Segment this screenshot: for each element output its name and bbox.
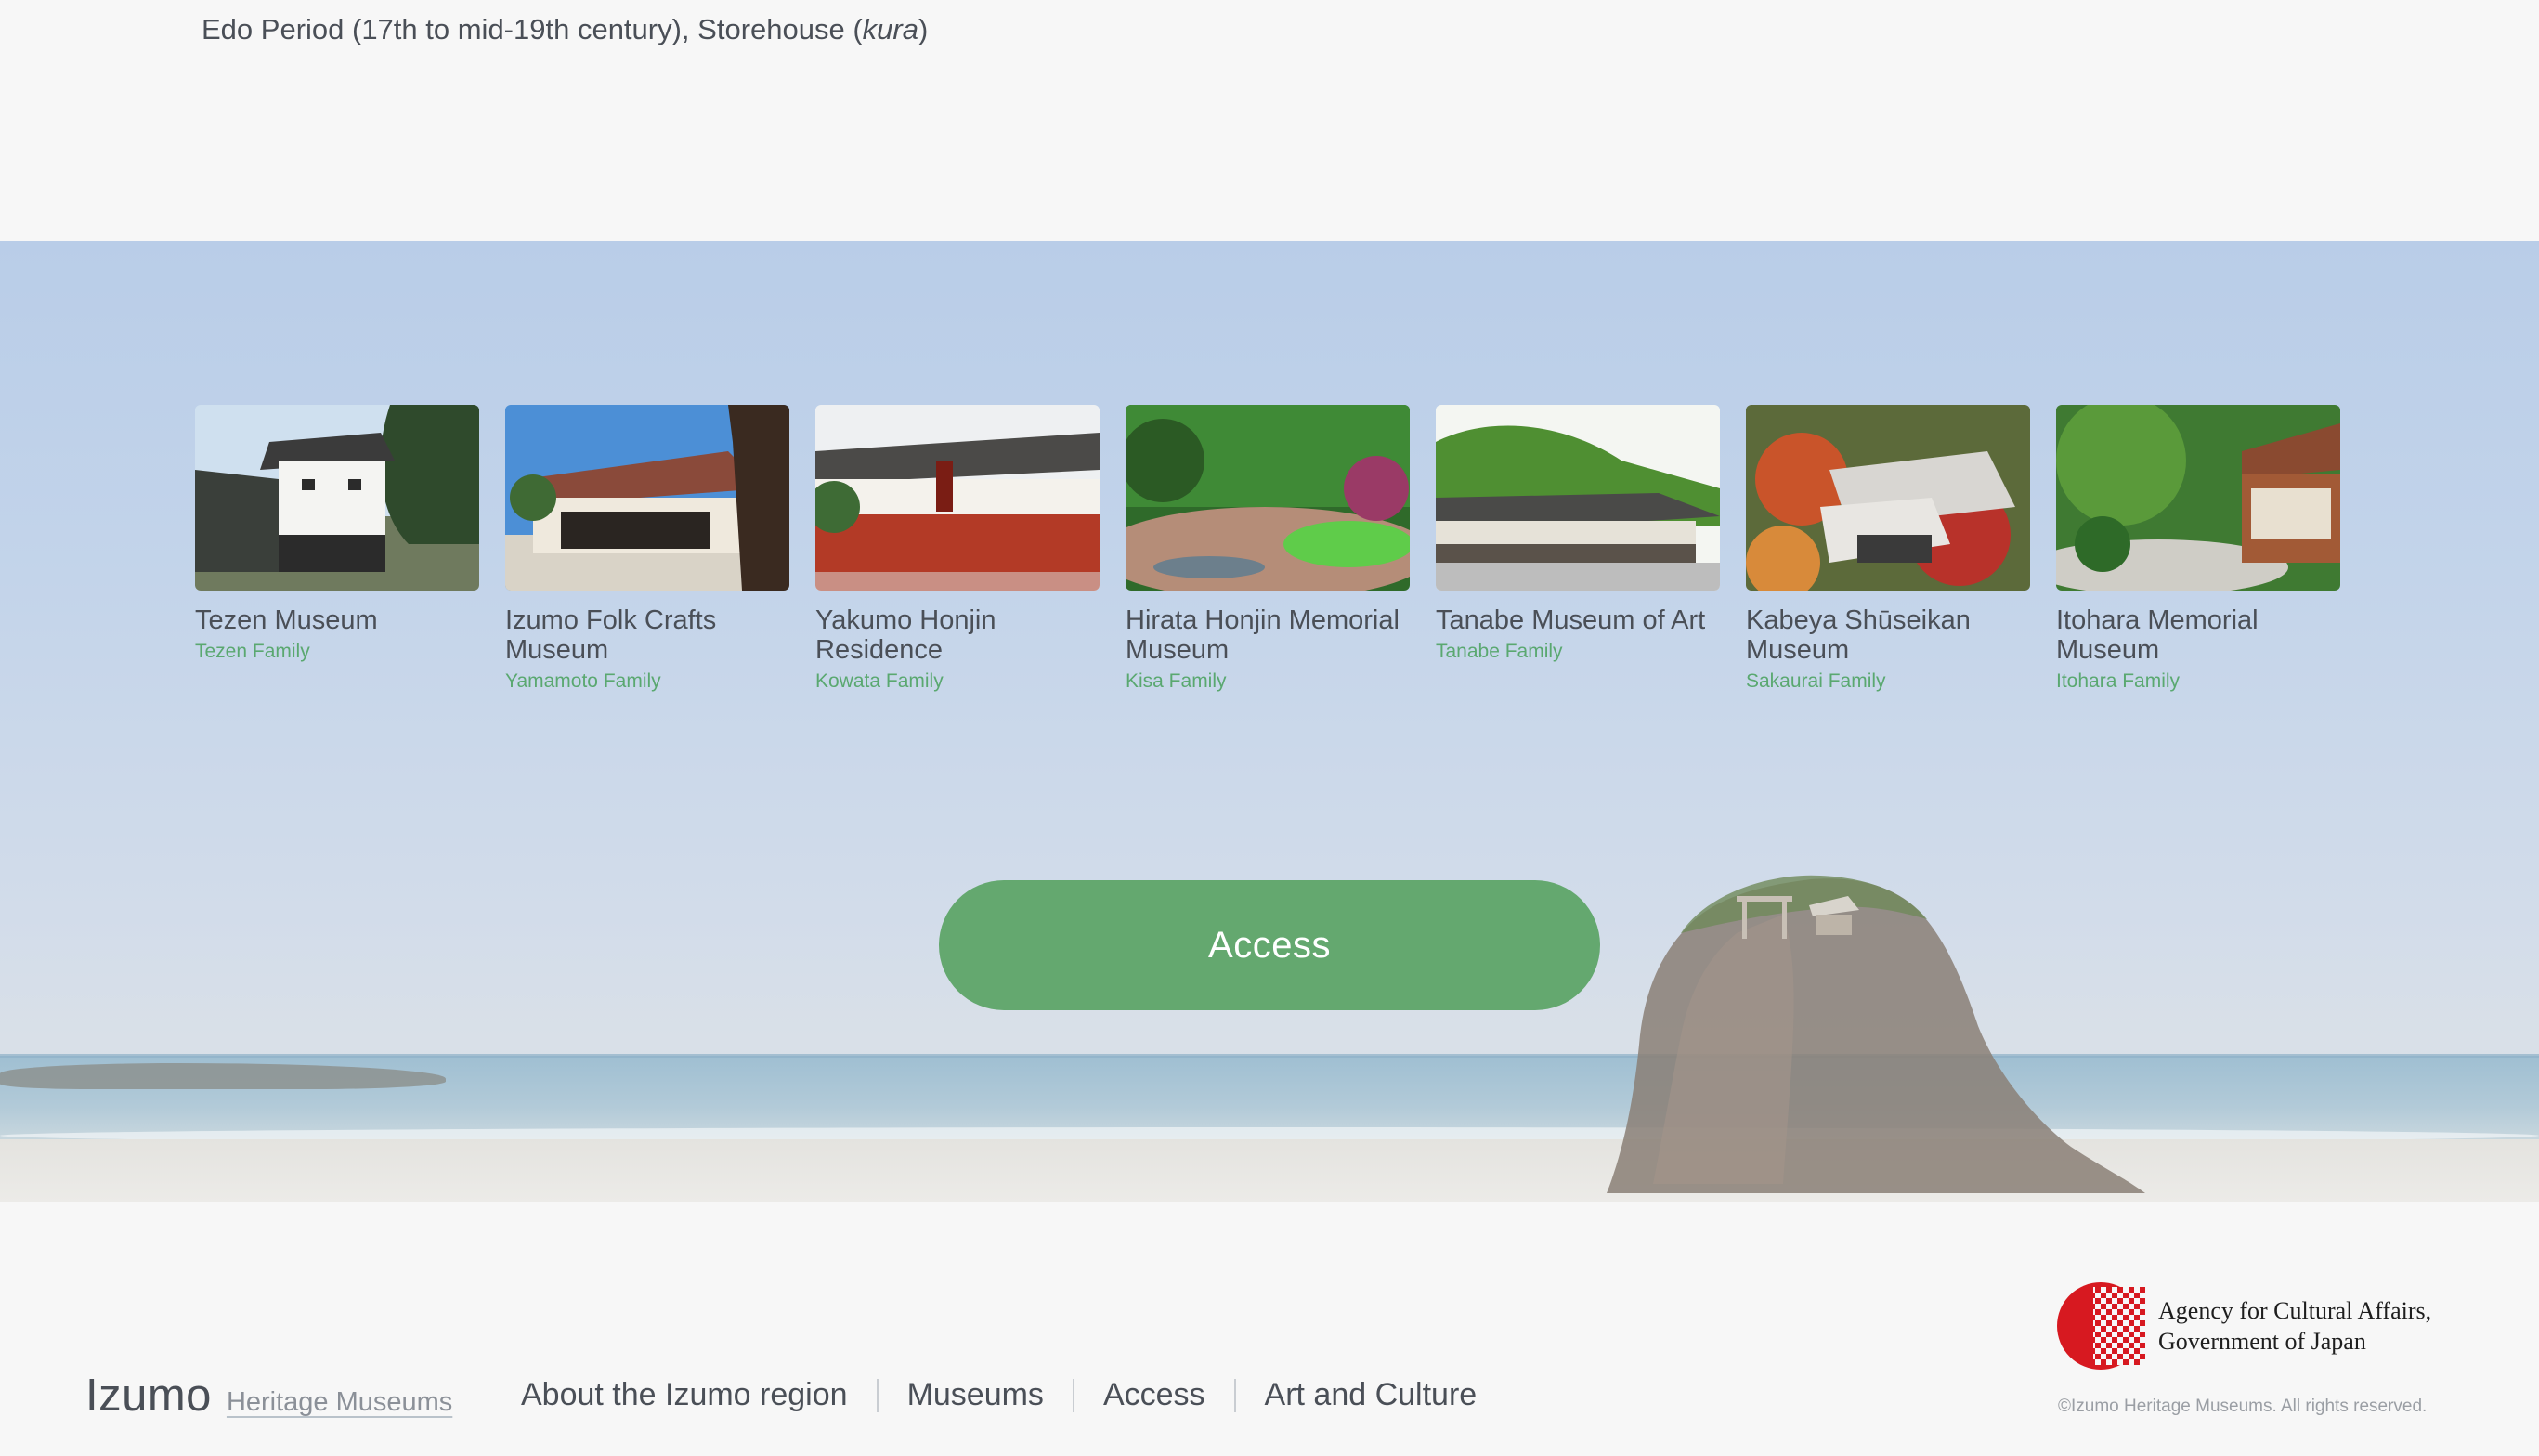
agency-emblem-icon [2057,1282,2145,1370]
museum-family: Sakaurai Family [1746,670,1886,692]
museum-title[interactable]: Tanabe Museum of Art [1436,605,1720,635]
site-footer: Izumo Heritage Museums About the Izumo r… [0,1202,2539,1456]
image-caption: Edo Period (17th to mid-19th century), S… [202,13,929,46]
museum-family: Yamamoto Family [505,670,661,692]
agency-logo[interactable]: Agency for Cultural Affairs, Government … [2056,1281,2431,1371]
museum-photo[interactable] [1126,405,1410,591]
hero-section: Tezen Museum Tezen Family Izumo Folk Cra… [0,240,2539,1202]
museum-title[interactable]: Izumo Folk Crafts Museum [505,605,789,665]
museum-card-izumo-folk-crafts[interactable]: Izumo Folk Crafts Museum Yamamoto Family [505,405,789,693]
logo-wordmark[interactable]: Izumo [85,1370,212,1422]
museum-photo[interactable] [2056,405,2340,591]
museum-family: Kowata Family [815,670,944,692]
museum-title[interactable]: Kabeya Shūseikan Museum [1746,605,2030,665]
museum-family: Itohara Family [2056,670,2181,692]
museum-photo[interactable] [1746,405,2030,591]
museum-title[interactable]: Yakumo Honjin Residence [815,605,1100,665]
museum-card-hirata-honjin[interactable]: Hirata Honjin Memorial Museum Kisa Famil… [1126,405,1410,693]
museum-title[interactable]: Itohara Memorial Museum [2056,605,2340,665]
museum-photo[interactable] [815,405,1100,591]
inasa-rock-image [1607,875,2145,1193]
access-button[interactable]: Access [939,880,1600,1010]
nav-about-region[interactable]: About the Izumo region [492,1377,877,1413]
copyright-text: ©Izumo Heritage Museums. All rights rese… [2058,1397,2428,1416]
museum-title[interactable]: Tezen Museum [195,605,479,635]
nav-museums[interactable]: Museums [879,1377,1073,1413]
museum-card-itohara[interactable]: Itohara Memorial Museum Itohara Family [2056,405,2340,693]
nav-access[interactable]: Access [1074,1377,1234,1413]
nav-art-culture[interactable]: Art and Culture [1236,1377,1506,1413]
museum-family: Tezen Family [195,641,310,662]
museum-card-tanabe[interactable]: Tanabe Museum of Art Tanabe Family [1436,405,1720,693]
museum-photo[interactable] [1436,405,1720,591]
museum-card-kabeya-shuseikan[interactable]: Kabeya Shūseikan Museum Sakaurai Family [1746,405,2030,693]
footer-nav: About the Izumo region Museums Access Ar… [492,1377,1505,1413]
museum-card-yakumo-honjin[interactable]: Yakumo Honjin Residence Kowata Family [815,405,1100,693]
logo-subtitle[interactable]: Heritage Museums [227,1387,452,1418]
museum-title[interactable]: Hirata Honjin Memorial Museum [1126,605,1410,665]
museum-grid: Tezen Museum Tezen Family Izumo Folk Cra… [195,405,2340,693]
museum-photo[interactable] [505,405,789,591]
museum-photo[interactable] [195,405,479,591]
site-logo[interactable]: Izumo Heritage Museums [85,1370,452,1422]
museum-family: Tanabe Family [1436,641,1563,662]
museum-family: Kisa Family [1126,670,1227,692]
agency-name: Agency for Cultural Affairs, Government … [2158,1297,2432,1355]
museum-card-tezen[interactable]: Tezen Museum Tezen Family [195,405,479,693]
